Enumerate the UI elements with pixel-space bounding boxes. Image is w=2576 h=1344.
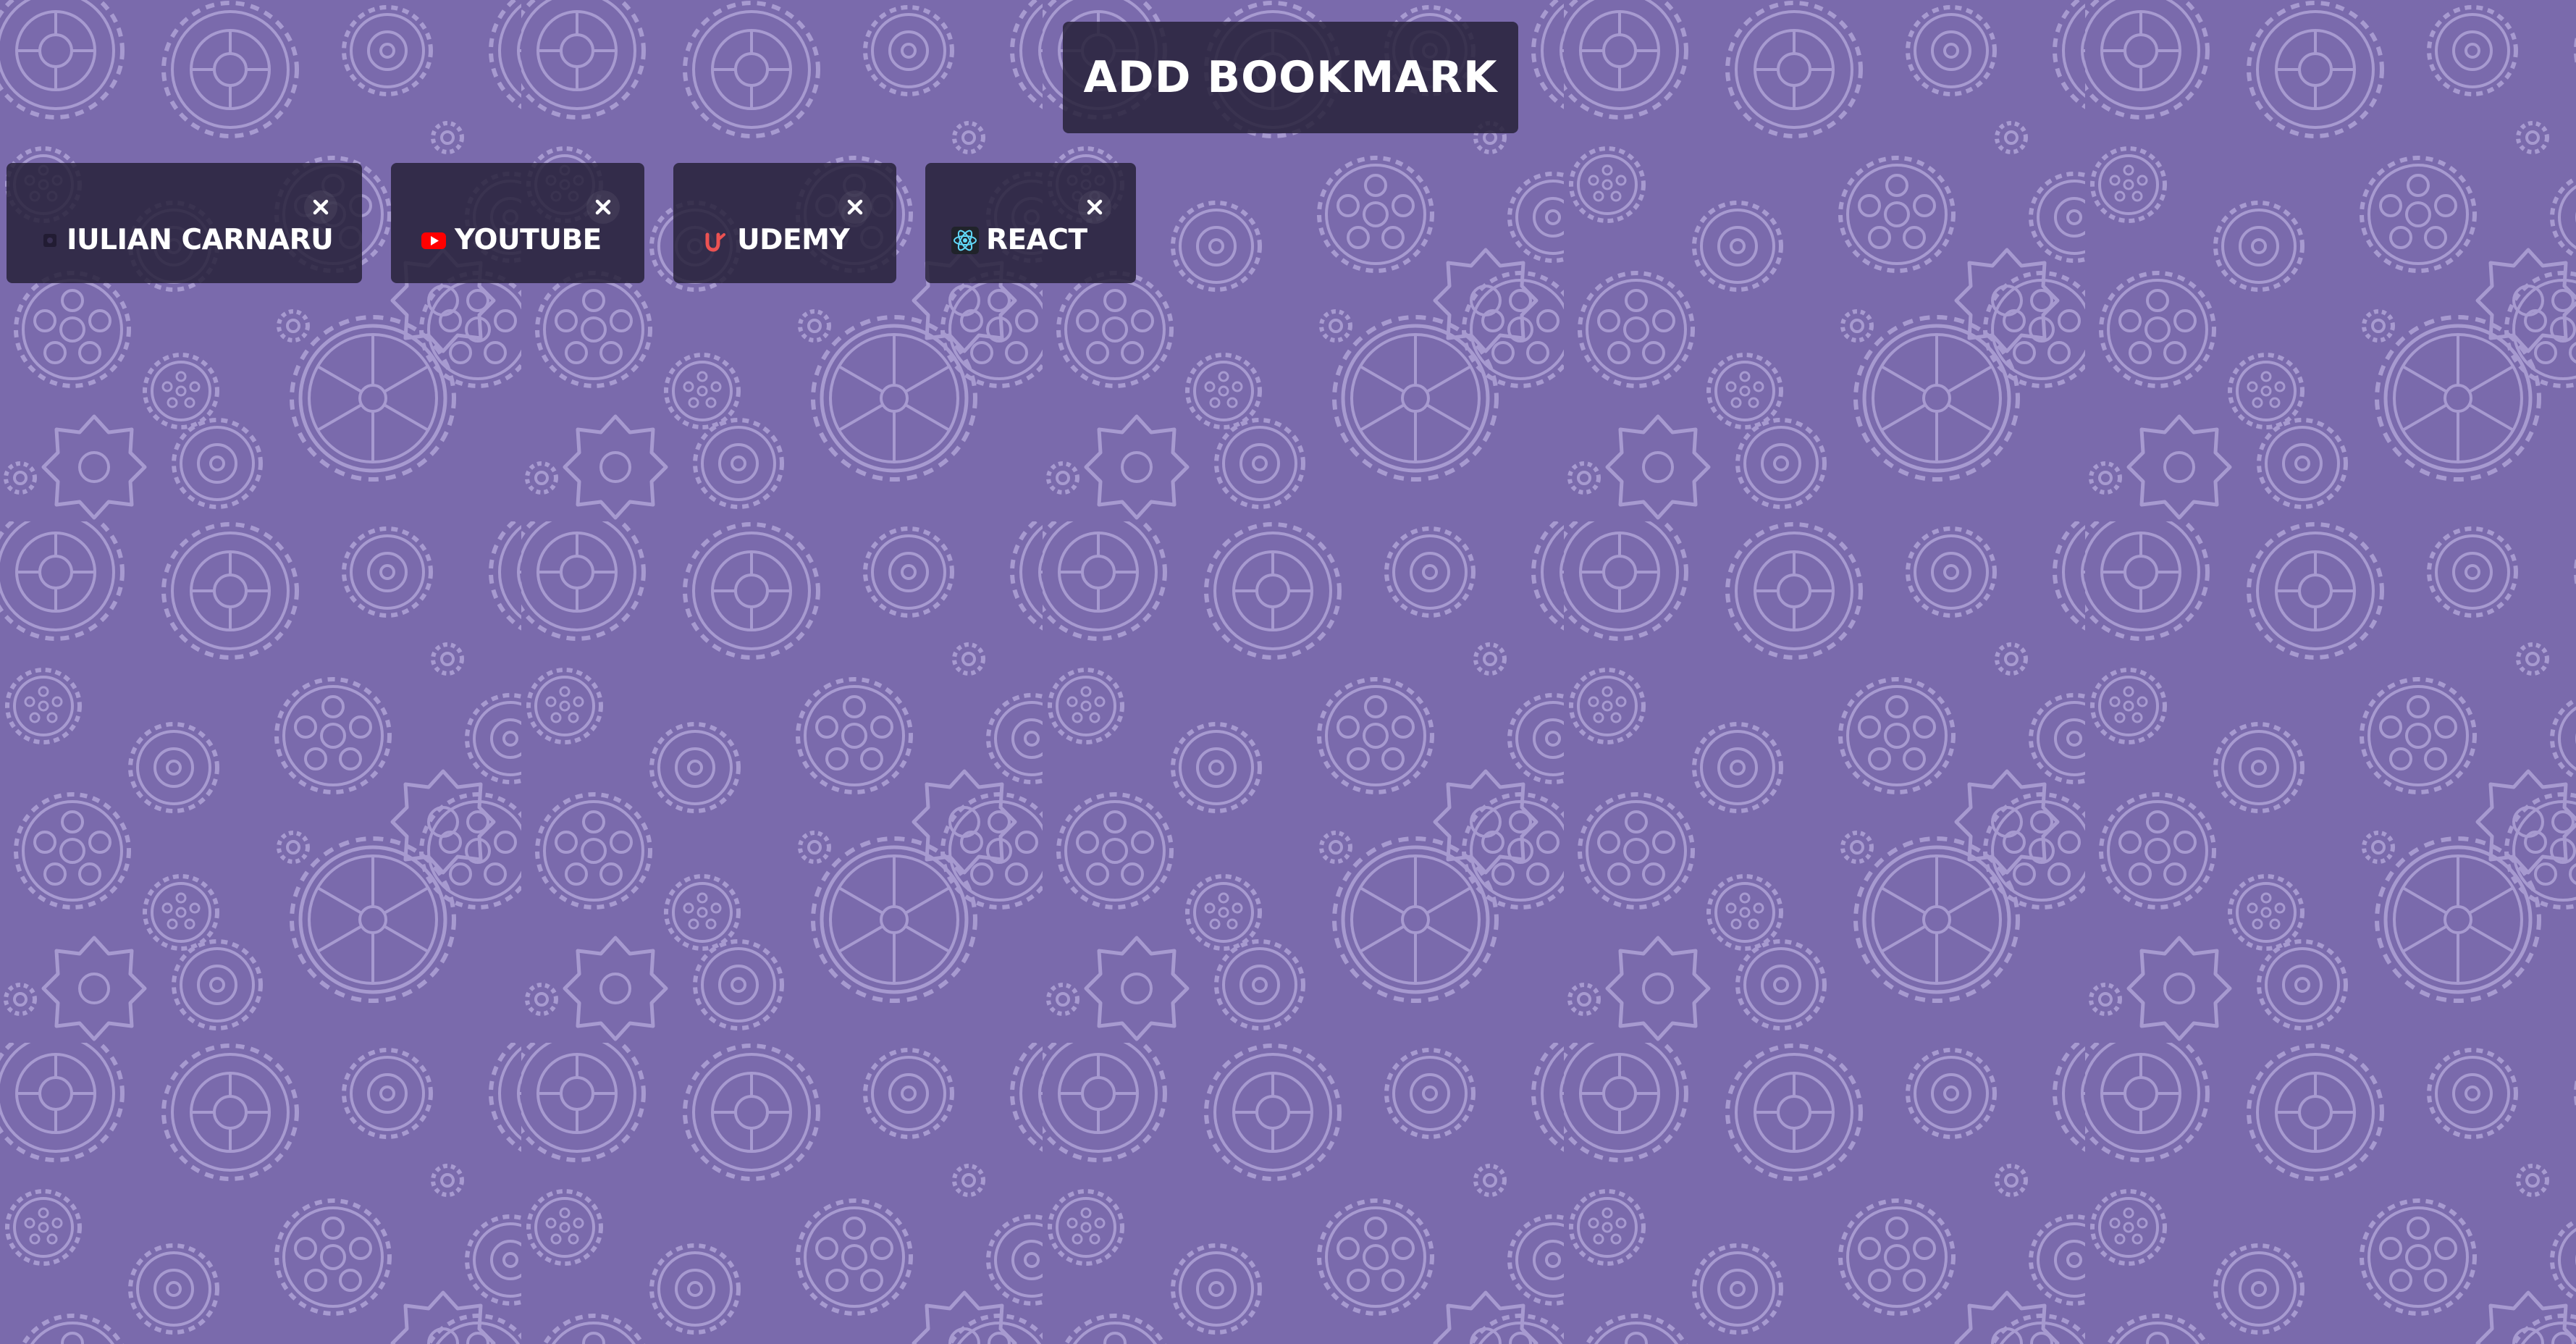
bookmark-label: IULIAN CARNARU	[67, 224, 334, 256]
close-icon[interactable]	[1078, 190, 1111, 224]
bookmark-label: YOUTUBE	[455, 224, 602, 256]
gear-pattern-background	[0, 0, 2576, 1344]
site-favicon-icon	[39, 227, 61, 254]
bookmark-label: UDEMY	[737, 224, 850, 256]
close-icon[interactable]	[304, 190, 337, 224]
close-icon[interactable]	[586, 190, 620, 224]
close-icon[interactable]	[838, 190, 872, 224]
bookmark-card[interactable]: REACT	[925, 163, 1136, 283]
react-icon	[951, 226, 979, 254]
udemy-icon	[702, 227, 730, 254]
add-bookmark-button[interactable]: ADD BOOKMARK	[1063, 22, 1518, 133]
bookmark-card[interactable]: YOUTUBE	[391, 163, 644, 283]
youtube-icon	[420, 227, 447, 254]
bookmark-card[interactable]: UDEMY	[673, 163, 896, 283]
bookmark-card[interactable]: IULIAN CARNARU	[7, 163, 362, 283]
bookmark-label: REACT	[986, 224, 1087, 256]
